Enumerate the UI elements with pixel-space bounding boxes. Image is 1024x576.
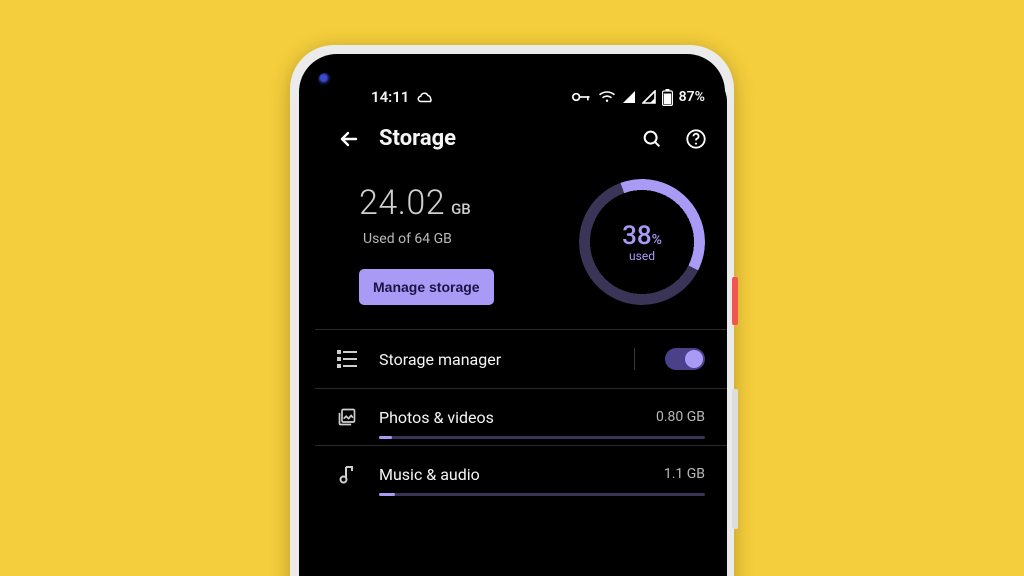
search-icon[interactable] [641,128,663,150]
volume-button [732,389,738,529]
storage-manager-toggle[interactable] [665,348,705,370]
vertical-divider [634,348,635,370]
row-label: Music & audio [379,465,642,484]
row-label: Storage manager [379,350,612,369]
status-battery-text: 87% [679,89,705,105]
vpn-key-icon [572,91,592,103]
phone-frame: 14:11 [290,45,734,576]
storage-percent-caption: used [629,249,655,263]
back-arrow-icon[interactable] [337,127,361,151]
cloud-icon [417,88,435,106]
help-icon[interactable] [685,128,707,150]
manage-storage-button[interactable]: Manage storage [359,269,494,305]
row-progress [379,436,705,439]
screen: 14:11 [315,70,727,576]
storage-used-value: 24.02 [359,183,445,223]
storage-summary: 24.02 GB Used of 64 GB Manage storage 38… [315,159,727,329]
signal-icon-2 [642,90,656,104]
row-storage-manager[interactable]: Storage manager [315,330,727,388]
row-photos-videos[interactable]: Photos & videos 0.80 GB [315,389,727,445]
photos-icon [337,407,357,427]
status-bar: 14:11 [315,70,727,112]
row-label: Photos & videos [379,408,634,427]
wifi-icon [598,90,616,104]
signal-icon-1 [622,90,636,104]
storage-manager-icon [337,350,357,368]
front-camera [318,73,332,87]
storage-percent-suffix: % [652,232,662,248]
power-button [732,277,738,325]
music-icon [337,464,357,484]
storage-used-unit: GB [451,200,471,218]
row-value: 0.80 GB [656,409,705,425]
storage-percent-value: 38 [622,221,652,251]
row-value: 1.1 GB [664,466,705,482]
row-music-audio[interactable]: Music & audio 1.1 GB [315,446,727,502]
app-header: Storage [315,112,727,159]
storage-percent-ring: 38% used [579,179,705,305]
page-title: Storage [379,126,623,151]
storage-used-subtitle: Used of 64 GB [363,231,557,247]
battery-icon [662,89,673,106]
row-progress [379,493,705,496]
status-time: 14:11 [371,88,409,106]
